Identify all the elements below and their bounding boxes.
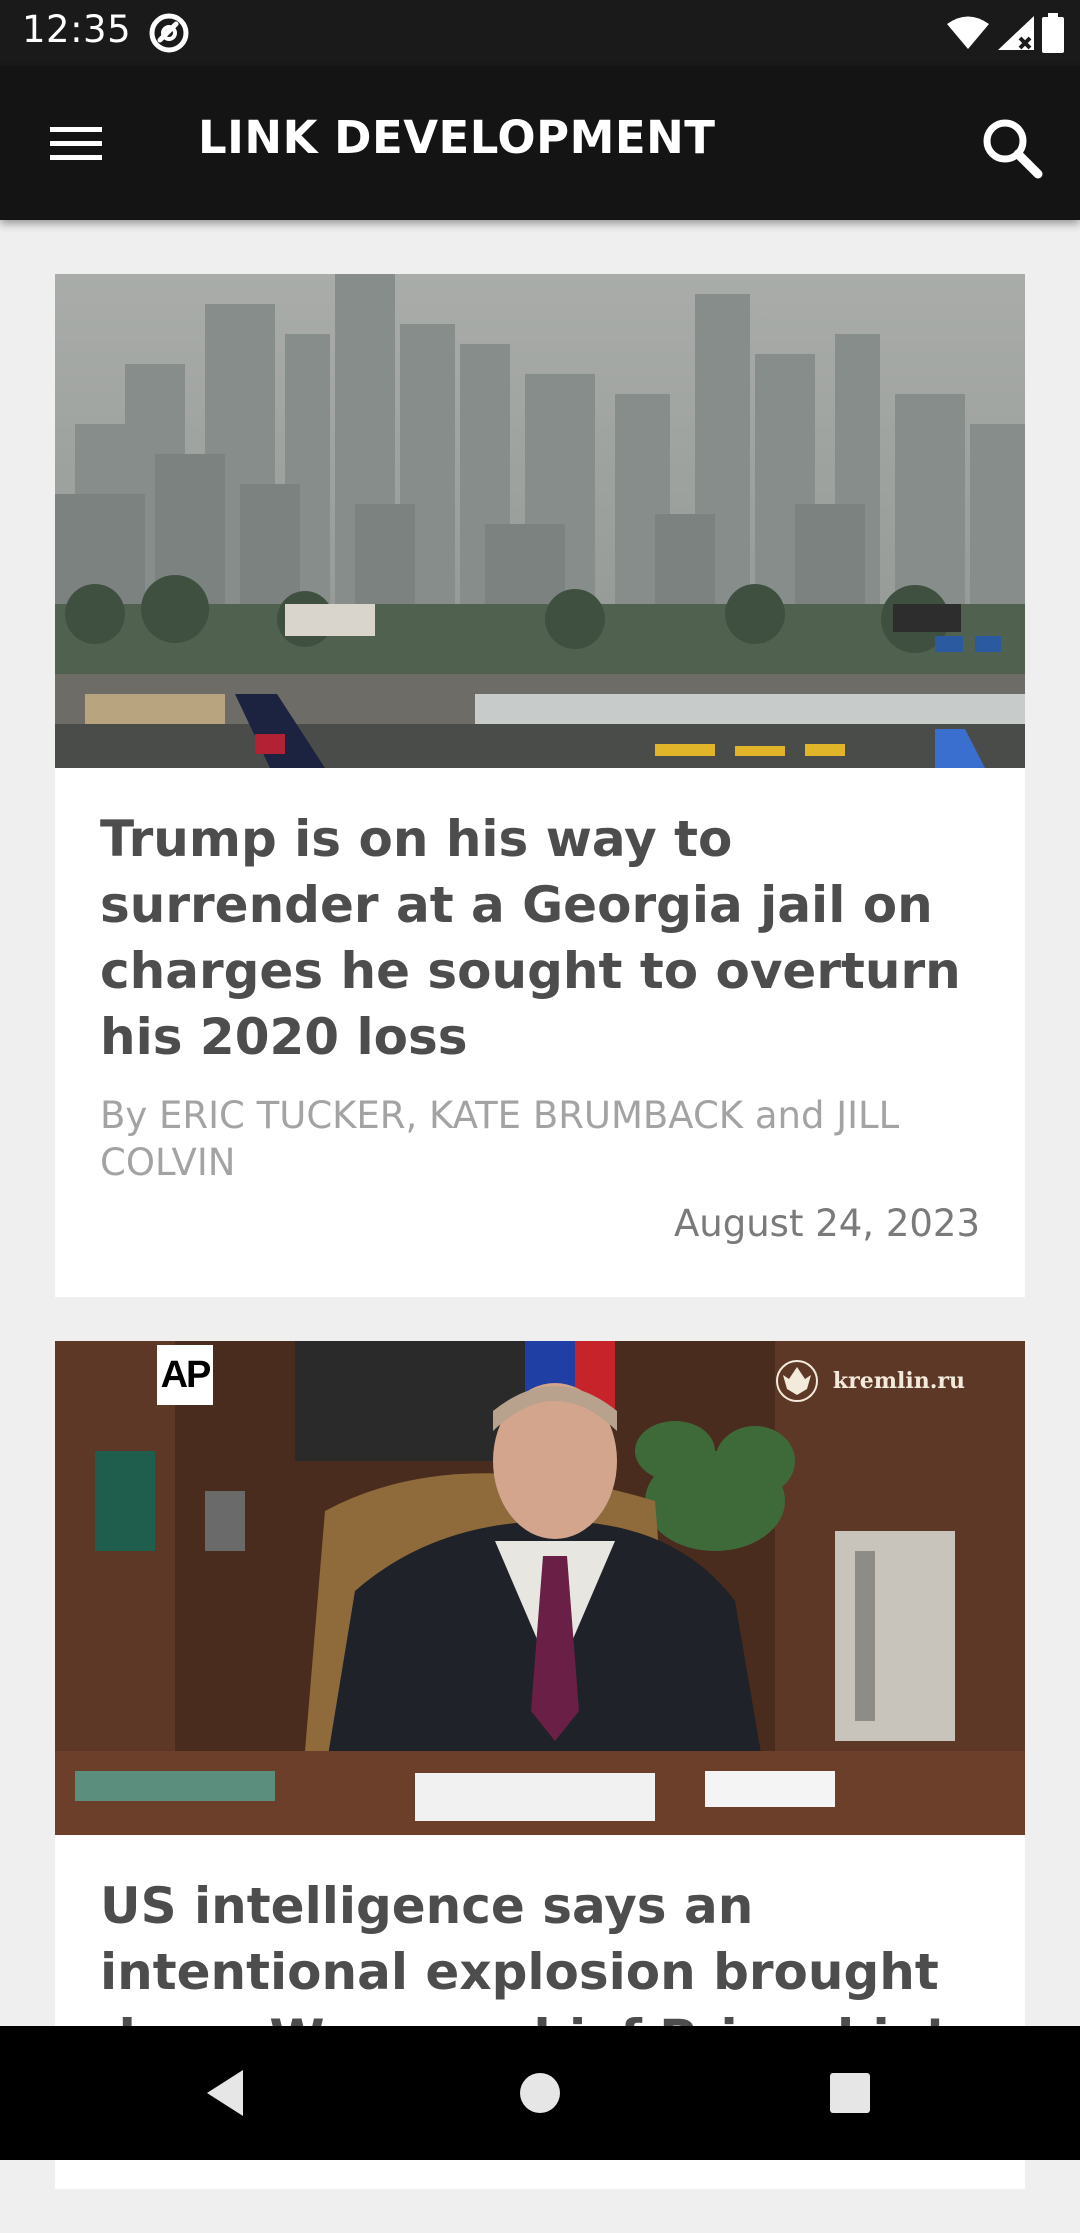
article-feed[interactable]: Trump is on his way to surrender at a Ge… <box>55 274 1025 2233</box>
recents-button[interactable] <box>815 2058 885 2128</box>
image-watermark: kremlin.ru <box>775 1359 965 1403</box>
home-circle-icon <box>520 2073 560 2113</box>
article-title[interactable]: Trump is on his way to surrender at a Ge… <box>100 806 980 1070</box>
article-image-press-photo[interactable]: AP kremlin.ru <box>55 1341 1025 1835</box>
back-button[interactable] <box>190 2058 260 2128</box>
menu-button[interactable] <box>38 110 114 178</box>
ap-logo-badge: AP <box>157 1345 213 1405</box>
app-title: LINK DEVELOPMENT <box>198 111 716 164</box>
article-image-city-skyline[interactable] <box>55 274 1025 768</box>
app-bar: LINK DEVELOPMENT <box>0 66 1080 220</box>
search-button[interactable] <box>972 110 1052 186</box>
press-photo-illustration <box>55 1341 1025 1835</box>
home-button[interactable] <box>505 2058 575 2128</box>
recents-square-icon <box>830 2073 870 2113</box>
article-date: August 24, 2023 <box>673 1202 980 1245</box>
status-bar: 12:35 <box>0 0 1080 66</box>
watermark-text: kremlin.ru <box>832 1368 965 1394</box>
wifi-icon <box>947 16 989 49</box>
back-triangle-icon <box>207 2070 243 2116</box>
article-body[interactable]: Trump is on his way to surrender at a Ge… <box>55 768 1025 1297</box>
status-time: 12:35 <box>22 8 132 51</box>
hamburger-menu-icon <box>50 127 102 160</box>
search-icon <box>983 119 1043 179</box>
at-sign-icon <box>149 13 189 53</box>
article-card[interactable]: Trump is on his way to surrender at a Ge… <box>55 274 1025 1297</box>
system-nav-bar <box>0 2026 1080 2160</box>
status-icons <box>946 10 1064 56</box>
battery-icon <box>1042 13 1064 53</box>
article-byline: By ERIC TUCKER, KATE BRUMBACK and JILL C… <box>100 1094 900 1184</box>
signal-icon <box>998 16 1034 50</box>
eagle-crest-icon <box>775 1360 818 1402</box>
